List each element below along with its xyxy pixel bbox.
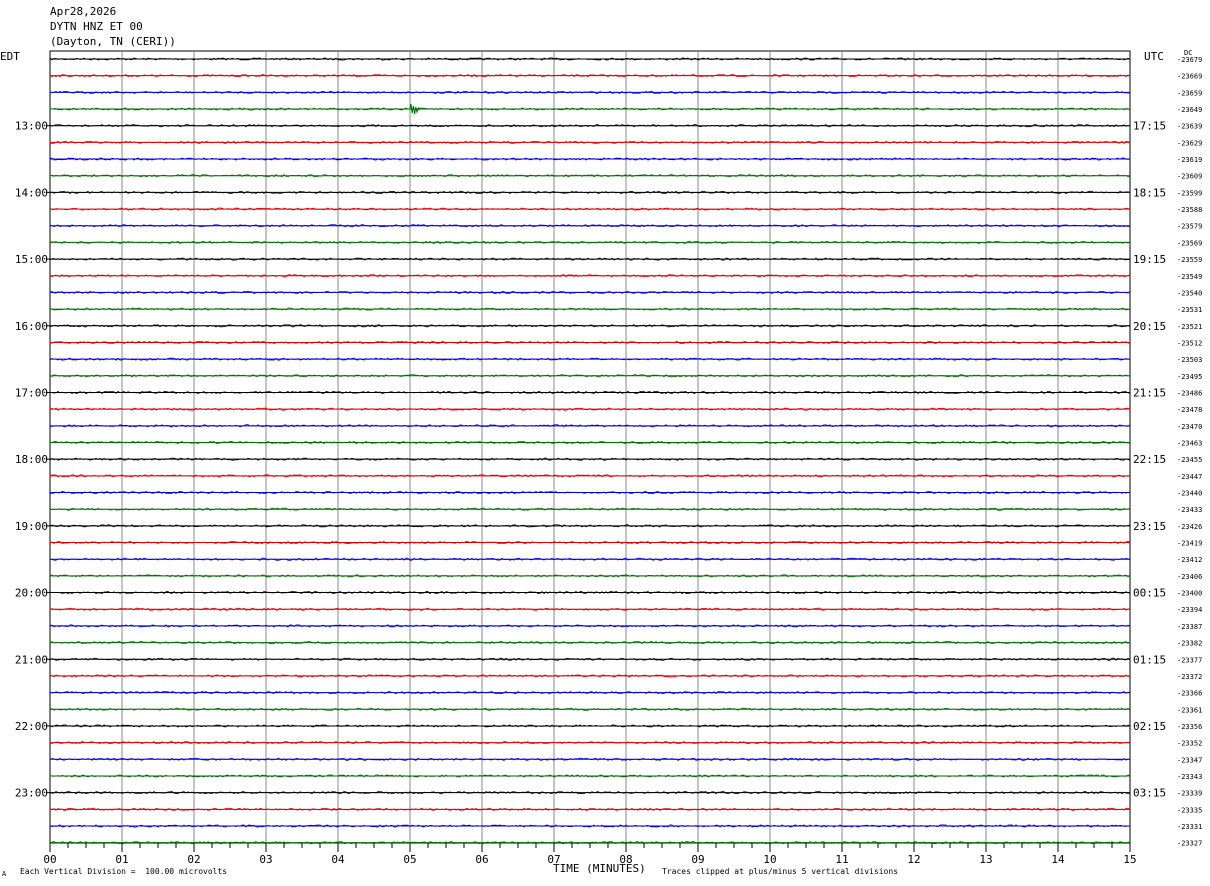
dc-offset-label: -23372 — [1177, 673, 1202, 681]
dc-offset-label: -23599 — [1177, 189, 1202, 197]
dc-offset-label: -23412 — [1177, 556, 1202, 564]
dc-offset-label: -23569 — [1177, 239, 1202, 247]
right-hour-label: 17:15 — [1133, 120, 1166, 133]
dc-offset-label: -23352 — [1177, 740, 1202, 748]
x-tick-label: 06 — [475, 853, 488, 866]
dc-offset-label: -23327 — [1177, 840, 1202, 848]
dc-offset-label: -23639 — [1177, 123, 1202, 131]
dc-offset-label: -23463 — [1177, 439, 1202, 447]
left-hour-label: 14:00 — [15, 186, 48, 199]
dc-offset-label: -23486 — [1177, 389, 1202, 397]
dc-offset-label: -23619 — [1177, 156, 1202, 164]
dc-offset-label: -23649 — [1177, 106, 1202, 114]
dc-offset-label: -23579 — [1177, 223, 1202, 231]
footer-marker: A — [2, 870, 7, 878]
dc-offset-label: -23335 — [1177, 806, 1202, 814]
right-hour-label: 02:15 — [1133, 720, 1166, 733]
dc-offset-label: -23470 — [1177, 423, 1202, 431]
dc-offset-label: -23521 — [1177, 323, 1202, 331]
station-label: DYTN HNZ ET 00 — [50, 20, 143, 33]
x-tick-label: 03 — [259, 853, 272, 866]
dc-offset-label: -23540 — [1177, 289, 1202, 297]
dc-offset-label: -23426 — [1177, 523, 1202, 531]
dc-offset-label: -23339 — [1177, 790, 1202, 798]
scale-note: Each Vertical Division = 100.00 microvol… — [20, 867, 228, 876]
dc-offset-label: -23361 — [1177, 706, 1202, 714]
helicorder-plot: 13:00 14:00 15:00 16:00 17:00 18:00 19:00 20:00… — [15, 50, 1202, 866]
dc-offset-label: -23440 — [1177, 490, 1202, 498]
left-hour-label: 15:00 — [15, 253, 48, 266]
left-hour-label: 13:00 — [15, 120, 48, 133]
dc-offset-label: -23382 — [1177, 640, 1202, 648]
left-hour-label: 19:00 — [15, 520, 48, 533]
right-hour-label: 00:15 — [1133, 587, 1166, 600]
x-axis-title: TIME (MINUTES) — [553, 862, 646, 875]
dc-offset-label: -23549 — [1177, 273, 1202, 281]
x-tick-label: 09 — [691, 853, 704, 866]
dc-offset-label: -23512 — [1177, 339, 1202, 347]
dc-offset-label: -23455 — [1177, 456, 1202, 464]
dc-offset-label: -23356 — [1177, 723, 1202, 731]
dc-offset-label: -23419 — [1177, 540, 1202, 548]
x-tick-label: 00 — [43, 853, 56, 866]
left-hour-label: 22:00 — [15, 720, 48, 733]
dc-offset-label: -23377 — [1177, 656, 1202, 664]
right-hour-label: 20:15 — [1133, 320, 1166, 333]
dc-offset-label: -23343 — [1177, 773, 1202, 781]
dc-offset-label: -23559 — [1177, 256, 1202, 264]
right-hour-label: 03:15 — [1133, 787, 1166, 800]
dc-offset-label: -23400 — [1177, 590, 1202, 598]
left-hour-label: 21:00 — [15, 653, 48, 666]
dc-offset-label: -23366 — [1177, 690, 1202, 698]
dc-offset-label: -23629 — [1177, 139, 1202, 147]
left-hour-label: 20:00 — [15, 587, 48, 600]
clip-note: Traces clipped at plus/minus 5 vertical … — [662, 867, 899, 876]
plot-frame — [49, 50, 1131, 844]
dc-offset-label: -23669 — [1177, 73, 1202, 81]
left-hour-label: 17:00 — [15, 386, 48, 399]
date-label: Apr28,2026 — [50, 5, 117, 18]
dc-offset-label: -23406 — [1177, 573, 1202, 581]
dc-offset-label: -23531 — [1177, 306, 1202, 314]
dc-offset-label: -23659 — [1177, 89, 1202, 97]
x-tick-label: 13 — [979, 853, 992, 866]
right-hour-label: 22:15 — [1133, 453, 1166, 466]
right-hour-label: 23:15 — [1133, 520, 1166, 533]
location-label: (Dayton, TN (CERI)) — [50, 35, 176, 48]
dc-offset-label: -23478 — [1177, 406, 1202, 414]
dc-offset-label: -23433 — [1177, 506, 1202, 514]
x-tick-label: 01 — [115, 853, 128, 866]
dc-header-label: DC — [1184, 49, 1193, 57]
right-hour-label: 01:15 — [1133, 653, 1166, 666]
dc-offset-label: -23447 — [1177, 473, 1202, 481]
left-hour-label: 18:00 — [15, 453, 48, 466]
dc-offset-label: -23394 — [1177, 606, 1202, 614]
right-hour-label: 21:15 — [1133, 386, 1166, 399]
right-timezone-label: UTC — [1144, 50, 1164, 63]
x-tick-label: 05 — [403, 853, 416, 866]
x-tick-label: 04 — [331, 853, 345, 866]
right-hour-label: 18:15 — [1133, 186, 1166, 199]
seismic-trace — [49, 424, 1131, 428]
right-hour-label: 19:15 — [1133, 253, 1166, 266]
x-tick-label: 10 — [763, 853, 776, 866]
left-timezone-label: EDT — [0, 50, 20, 63]
left-hour-label: 16:00 — [15, 320, 48, 333]
x-tick-label: 12 — [907, 853, 920, 866]
dc-offset-label: -23503 — [1177, 356, 1202, 364]
dc-offset-label: -23347 — [1177, 756, 1202, 764]
dc-offset-label: -23331 — [1177, 823, 1202, 831]
dc-offset-label: -23387 — [1177, 623, 1202, 631]
x-tick-label: 02 — [187, 853, 200, 866]
left-hour-label: 23:00 — [15, 787, 48, 800]
x-tick-label: 15 — [1123, 853, 1136, 866]
dc-offset-label: -23609 — [1177, 173, 1202, 181]
x-tick-label: 11 — [835, 853, 848, 866]
dc-offset-label: -23588 — [1177, 206, 1202, 214]
dc-offset-label: -23495 — [1177, 373, 1202, 381]
x-tick-label: 14 — [1051, 853, 1065, 866]
dc-offset-label: -23679 — [1177, 56, 1202, 64]
